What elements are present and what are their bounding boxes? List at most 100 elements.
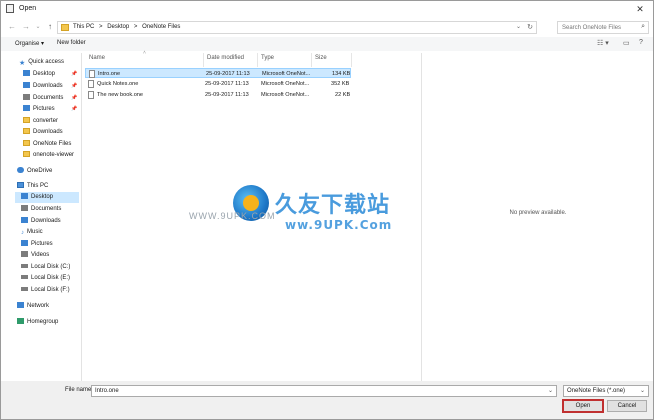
back-icon[interactable]: ← [7, 21, 17, 33]
documents-icon [23, 94, 30, 101]
tree-label: converter [33, 118, 59, 124]
crumb-onenote-files[interactable]: OneNote Files [142, 24, 180, 30]
tree-label: Quick access [28, 59, 64, 65]
file-type-select[interactable]: OneNote Files (*.one) ⌄ [563, 385, 649, 397]
onenote-file-icon [89, 70, 95, 78]
file-name-label: File name: [65, 387, 94, 393]
chevron-down-icon[interactable]: ⌄ [548, 387, 553, 394]
folder-icon [23, 151, 30, 158]
column-header-date[interactable]: Date modified [207, 55, 244, 61]
tree-pc-downloads[interactable]: Downloads [21, 216, 61, 227]
file-size: 134 KB [332, 71, 351, 77]
column-headers: ˄ Name Date modified Type Size [83, 50, 419, 67]
column-divider[interactable] [351, 53, 352, 67]
tree-label: OneNote Files [33, 141, 72, 147]
crumb-separator[interactable]: > [99, 24, 103, 30]
column-header-size[interactable]: Size [315, 55, 327, 61]
preview-pane: No preview available. [421, 53, 654, 381]
file-row[interactable]: Quick Notes.one 25-09-2017 11:13 Microso… [85, 79, 351, 89]
tree-label: Downloads [31, 218, 61, 224]
tree-onenote-viewer[interactable]: onenote-viewer [23, 150, 74, 161]
tree-label: Music [27, 229, 43, 235]
new-folder-button[interactable]: New folder [57, 40, 86, 46]
crumb-separator[interactable]: > [134, 24, 138, 30]
tree-pc-documents[interactable]: Documents [21, 204, 61, 215]
tree-label: Videos [31, 252, 50, 258]
tree-pictures[interactable]: Pictures [23, 104, 55, 115]
tree-documents[interactable]: Documents [23, 93, 63, 104]
drive-icon [21, 264, 28, 269]
tree-network[interactable]: Network [17, 301, 49, 312]
download-icon [21, 217, 28, 224]
column-header-name[interactable]: Name [89, 55, 105, 61]
bottom-panel: File name: Intro.one ⌄ OneNote Files (*.… [1, 381, 653, 419]
help-icon[interactable]: ? [639, 39, 643, 46]
chevron-down-icon[interactable]: ⌄ [640, 387, 645, 394]
recent-dropdown-icon[interactable]: ⌄ [33, 21, 43, 33]
open-dialog: Open ✕ ← → ⌄ ↑ This PC > Desktop > OneNo… [0, 0, 654, 420]
drive-icon [21, 287, 28, 292]
music-icon: ♪ [21, 230, 24, 237]
tree-disk-e[interactable]: Local Disk (E:) [21, 273, 70, 284]
no-preview-text: No preview available. [509, 210, 567, 216]
crumb-this-pc[interactable]: This PC [73, 24, 94, 30]
file-size: 22 KB [335, 92, 351, 98]
column-divider[interactable] [203, 53, 204, 67]
crumb-desktop[interactable]: Desktop [107, 24, 129, 30]
up-icon[interactable]: ↑ [45, 21, 55, 33]
folder-icon [23, 117, 30, 124]
file-row[interactable]: The new book.one 25-09-2017 11:13 Micros… [85, 90, 351, 100]
address-bar[interactable]: This PC > Desktop > OneNote Files ⌄ ↻ [57, 21, 537, 34]
forward-icon[interactable]: → [21, 21, 31, 33]
download-icon [23, 82, 30, 89]
open-button[interactable]: Open [562, 399, 604, 413]
tree-label: Documents [31, 206, 62, 212]
close-icon[interactable]: ✕ [631, 1, 649, 17]
homegroup-icon [17, 318, 24, 325]
tree-pc-desktop[interactable]: Desktop [15, 192, 79, 203]
onenote-file-icon [88, 91, 94, 99]
tree-onenote-files[interactable]: OneNote Files [23, 139, 71, 150]
tree-downloads[interactable]: Downloads [23, 81, 63, 92]
tree-pc-pictures[interactable]: Pictures [21, 239, 53, 250]
address-dropdown-icon[interactable]: ⌄ [516, 23, 521, 30]
file-name-value: Intro.one [95, 388, 119, 394]
column-divider[interactable] [257, 53, 258, 67]
search-icon: ⌕ [641, 23, 645, 30]
pin-icon: 📌 [71, 71, 78, 77]
search-input[interactable]: Search OneNote Files ⌕ [557, 21, 649, 34]
tree-label: Downloads [33, 83, 63, 89]
tree-disk-f[interactable]: Local Disk (F:) [21, 285, 70, 296]
file-type: Microsoft OneNot... [261, 81, 310, 87]
column-divider[interactable] [311, 53, 312, 67]
column-header-type[interactable]: Type [261, 55, 274, 61]
organise-button[interactable]: Organise ▾ [15, 40, 44, 47]
sort-ascending-icon: ˄ [143, 50, 146, 56]
file-type-value: OneNote Files (*.one) [567, 388, 626, 394]
tree-desktop[interactable]: Desktop [23, 69, 55, 80]
refresh-icon[interactable]: ↻ [527, 23, 533, 31]
tree-videos[interactable]: Videos [21, 250, 49, 261]
tree-homegroup[interactable]: Homegroup [17, 317, 58, 328]
view-options-icon[interactable]: ☷ ▾ [597, 39, 609, 47]
tree-disk-c[interactable]: Local Disk (C:) [21, 262, 70, 273]
breadcrumb: This PC > Desktop > OneNote Files [73, 24, 183, 30]
tree-label: OneDrive [27, 168, 53, 174]
file-type: Microsoft OneNot... [262, 71, 311, 77]
tree-converter[interactable]: converter [23, 116, 58, 127]
file-name-input[interactable]: Intro.one ⌄ [91, 385, 557, 397]
app-icon [6, 4, 14, 13]
watermark-site-name: 久友下载站 [275, 193, 391, 218]
documents-icon [21, 205, 28, 212]
tree-label: Downloads [33, 129, 63, 135]
tree-quick-access[interactable]: ★ Quick access [19, 57, 64, 68]
file-name: Intro.one [98, 71, 121, 77]
tree-label: Local Disk (C:) [31, 264, 71, 270]
cancel-button[interactable]: Cancel [607, 400, 647, 412]
tree-downloads-folder[interactable]: Downloads [23, 127, 63, 138]
tree-this-pc[interactable]: This PC [17, 181, 48, 192]
tree-music[interactable]: ♪ Music [21, 227, 43, 238]
file-row[interactable]: Intro.one 25-09-2017 11:13 Microsoft One… [85, 68, 351, 78]
tree-onedrive[interactable]: OneDrive [17, 166, 52, 177]
preview-pane-icon[interactable]: ▭ [623, 39, 630, 47]
